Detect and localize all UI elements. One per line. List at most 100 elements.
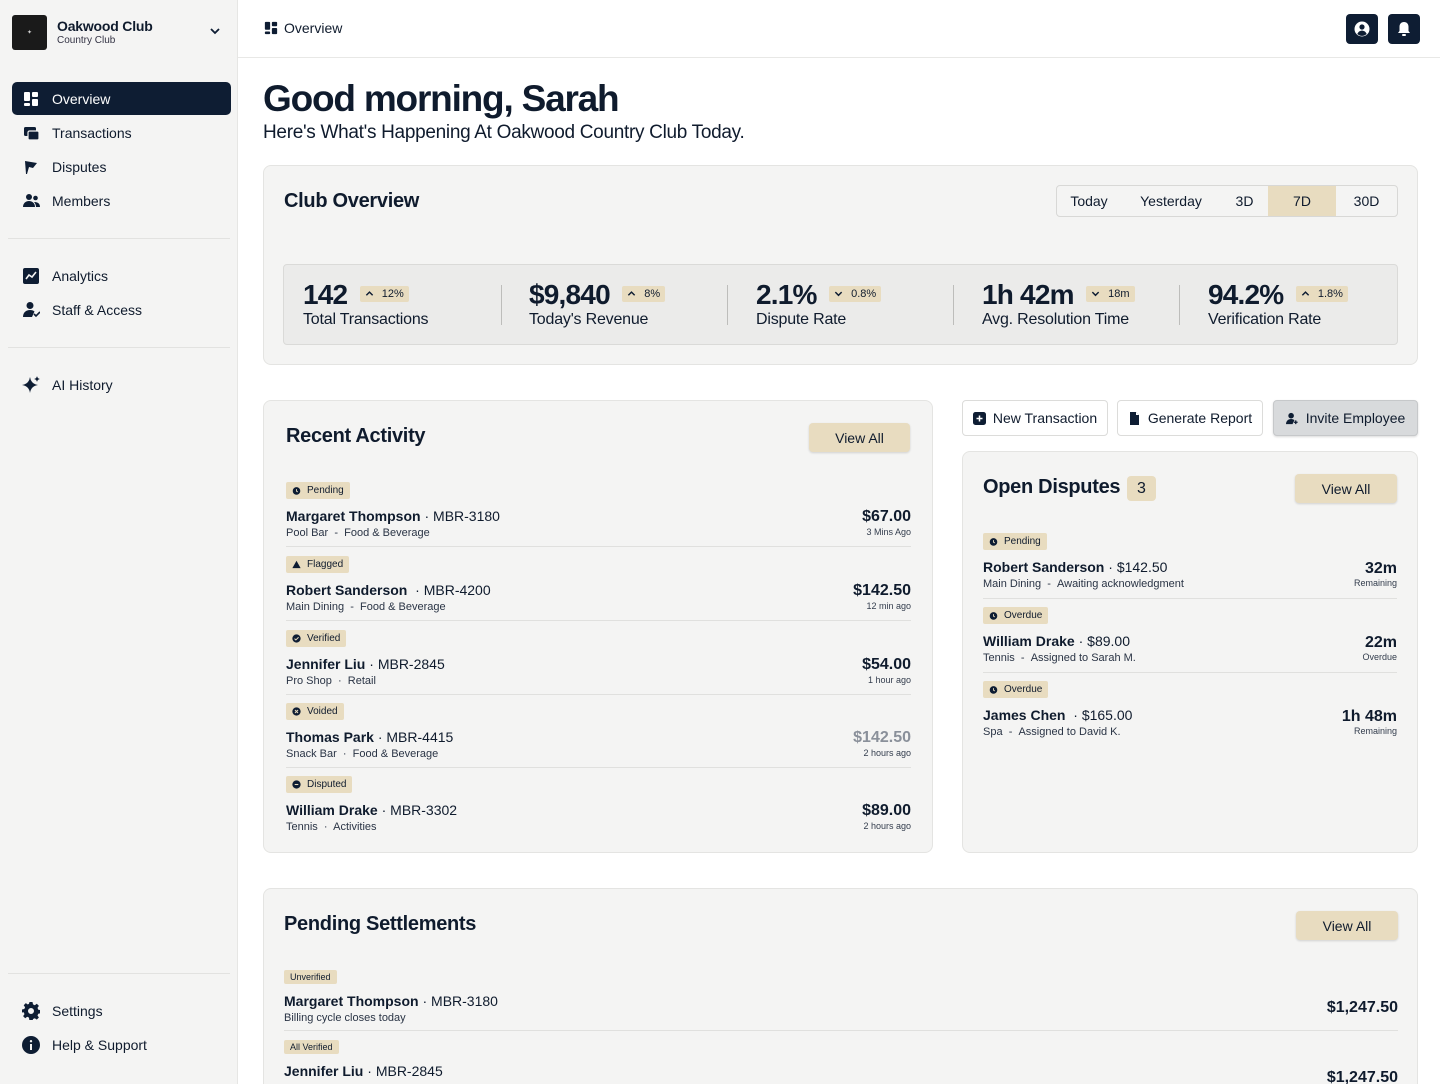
delta-value: 12% [381, 287, 404, 300]
nav-item-settings[interactable]: Settings [12, 994, 231, 1027]
notifications-button[interactable] [1388, 14, 1420, 44]
range-today[interactable]: Today [1057, 186, 1121, 216]
profile-button[interactable] [1346, 14, 1378, 44]
topbar: Overview [238, 0, 1440, 58]
tertiary-nav: AI History [12, 368, 231, 402]
member-name: James Chen [983, 707, 1066, 723]
nav-label: AI History [52, 376, 113, 393]
chevron-up-icon [1301, 291, 1310, 296]
recent-view-all-button[interactable]: View All [809, 423, 910, 452]
plus-square-icon [972, 411, 986, 425]
location: Snack Bar [286, 748, 337, 760]
status-label: Pending [307, 485, 344, 496]
nav-item-members[interactable]: Members [12, 184, 231, 217]
separator: · [338, 675, 342, 687]
stat-divider [1179, 285, 1180, 325]
clock-icon [989, 538, 998, 546]
range-yesterday[interactable]: Yesterday [1121, 186, 1221, 216]
status-badge: Pending [286, 482, 350, 499]
activity-detail: Pool Bar - Food & Beverage [286, 527, 430, 539]
row-divider [983, 672, 1397, 673]
breadcrumb: Overview [264, 20, 342, 36]
member-name: Robert Sanderson [286, 582, 408, 598]
delta-badge: 1.8% [1295, 285, 1348, 302]
section-title: Pending Settlements [284, 913, 477, 935]
bell-icon [1398, 22, 1410, 36]
section-title: Recent Activity [286, 425, 426, 447]
nav-item-staff-access[interactable]: Staff & Access [12, 293, 231, 326]
sparkle-icon [22, 375, 40, 394]
status-badge: Overdue [983, 607, 1049, 624]
generate-report-button[interactable]: Generate Report [1117, 400, 1263, 436]
separator: - [334, 527, 338, 539]
footer-nav: Settings Help & Support [12, 994, 231, 1062]
new-transaction-button[interactable]: New Transaction [962, 400, 1108, 436]
status-label: Pending [1004, 536, 1041, 547]
range-3d[interactable]: 3D [1221, 186, 1268, 216]
stat-divider [953, 285, 954, 325]
delta-badge: 8% [622, 285, 666, 302]
nav-item-ai-history[interactable]: AI History [12, 368, 231, 401]
delta-value: 8% [644, 287, 661, 300]
range-30d[interactable]: 30D [1336, 186, 1397, 216]
chevron-down-icon [1091, 291, 1100, 297]
row-divider [286, 546, 911, 547]
status-label: Disputed [307, 779, 347, 790]
club-switcher[interactable]: ✦ Oakwood Club Country Club [12, 14, 228, 50]
range-7d[interactable]: 7D [1268, 186, 1336, 216]
member-id: MBR-3180 [433, 508, 500, 524]
button-label: Generate Report [1147, 410, 1253, 426]
amount: $54.00 [862, 656, 911, 673]
flag-icon [22, 158, 40, 176]
disputes-view-all-button[interactable]: View All [1295, 474, 1397, 503]
stat-label: Today's Revenue [529, 311, 649, 328]
invite-employee-button[interactable]: Invite Employee [1273, 400, 1418, 436]
amount: $67.00 [862, 508, 911, 525]
timestamp: 2 hours ago [863, 821, 911, 831]
nav-item-disputes[interactable]: Disputes [12, 150, 231, 183]
dispute-detail: Spa - Assigned to David K. [983, 726, 1121, 738]
timestamp: 2 hours ago [863, 748, 911, 758]
status-badge: Overdue [983, 681, 1049, 698]
location: Spa [983, 726, 1003, 738]
button-label: New Transaction [992, 410, 1098, 426]
dispute-detail: Tennis - Assigned to Sarah M. [983, 652, 1136, 664]
settlements-view-all-button[interactable]: View All [1296, 911, 1398, 940]
status-label: Overdue [1004, 610, 1043, 621]
location: Pro Shop [286, 675, 332, 687]
delta-value: 18m [1108, 287, 1130, 300]
row-divider [286, 694, 911, 695]
member-id: MBR-4200 [423, 582, 491, 598]
settlement-title: Jennifer Liu · MBR-2845 [284, 1063, 443, 1079]
nav-item-overview[interactable]: Overview [12, 82, 231, 115]
time-label: Remaining [1353, 578, 1397, 588]
dispute-title: William Drake · $89.00 [983, 633, 1130, 649]
nav-label: Disputes [52, 158, 107, 175]
category: Activities [333, 821, 377, 833]
stat-value: 1h 42m [982, 279, 1075, 310]
time-label: Remaining [1353, 726, 1397, 736]
nav-item-transactions[interactable]: Transactions [12, 116, 231, 149]
sidebar: ✦ Oakwood Club Country Club Overview Tra… [0, 0, 238, 1084]
status-badge: Disputed [286, 776, 353, 793]
dispute-title: Robert Sanderson · $142.50 [983, 559, 1168, 575]
location: Main Dining [286, 601, 345, 613]
amount: $142.50 [853, 582, 911, 599]
section-title: Open Disputes [983, 476, 1121, 498]
clock-icon [989, 612, 998, 620]
nav-item-analytics[interactable]: Analytics [12, 259, 231, 292]
time-value: 1h 48m [1341, 708, 1397, 725]
warning-icon [292, 560, 301, 569]
x-circle-icon [292, 707, 301, 716]
stat-label: Total Transactions [303, 311, 429, 328]
status-badge: Voided [286, 703, 344, 720]
nav-divider [8, 973, 230, 974]
dispute-amount: $165.00 [1081, 707, 1133, 723]
delta-badge: 12% [359, 285, 409, 302]
club-subtitle: Country Club [57, 35, 116, 46]
category: Food & Beverage [352, 748, 439, 760]
pending-settlements-card: Pending Settlements View All Unverified … [263, 888, 1418, 1084]
nav-label: Transactions [52, 124, 132, 141]
stat-dispute-rate: 2.1% 0.8% Dispute Rate [756, 279, 882, 329]
nav-item-help-support[interactable]: Help & Support [12, 1028, 231, 1061]
